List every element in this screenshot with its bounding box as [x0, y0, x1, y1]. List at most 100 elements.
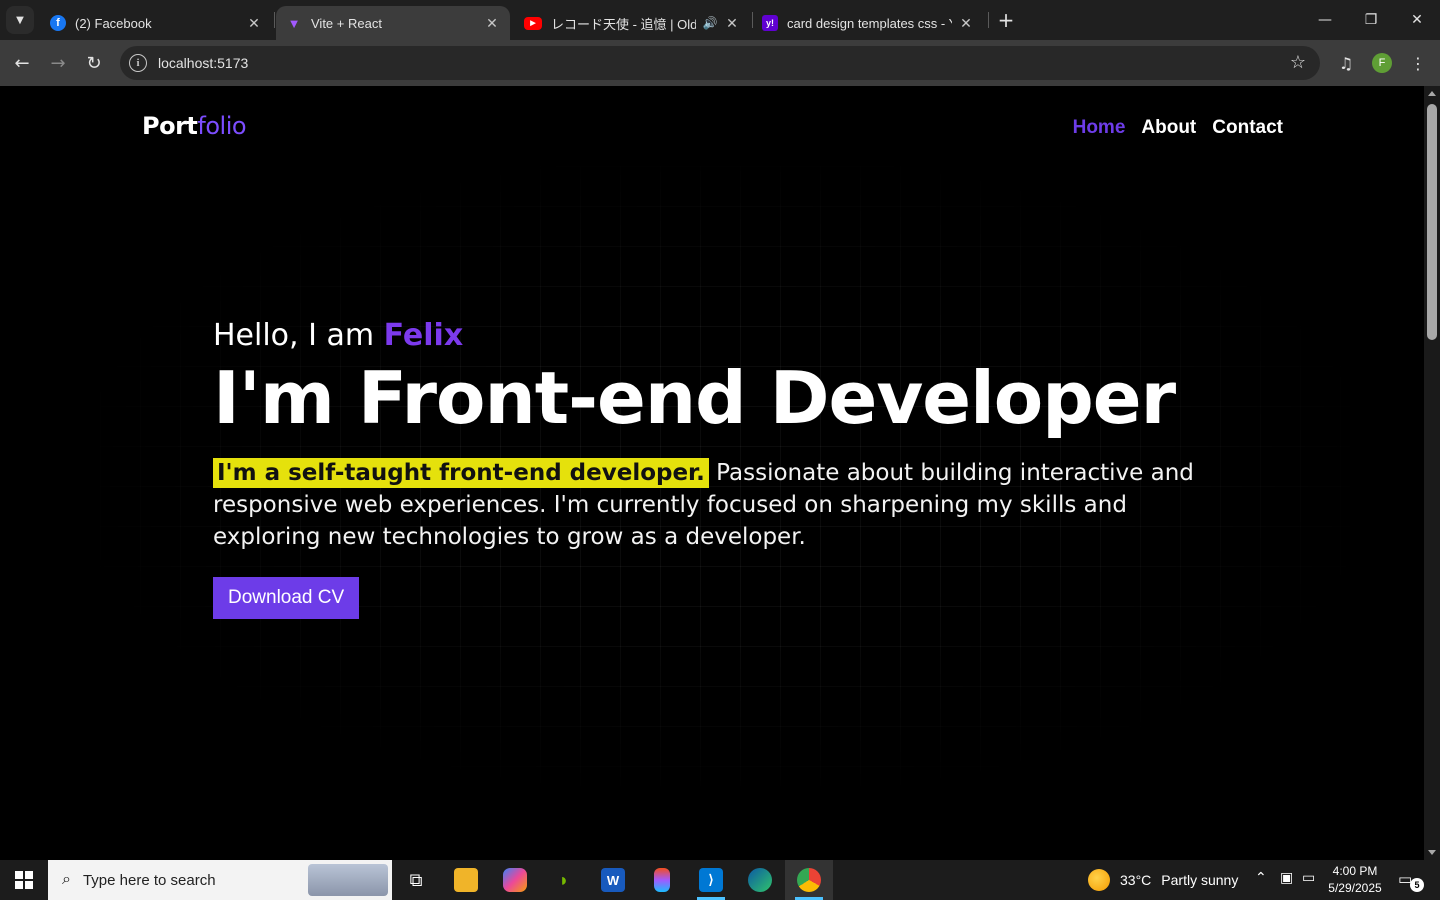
logo-part-2: folio — [197, 112, 247, 140]
close-window-button[interactable]: ✕ — [1394, 0, 1440, 40]
forward-button[interactable]: → — [44, 49, 72, 77]
arrow-left-icon: ← — [14, 52, 30, 74]
scroll-down-icon[interactable] — [1428, 850, 1436, 855]
close-icon[interactable]: ✕ — [958, 15, 974, 31]
close-icon: ✕ — [1411, 12, 1423, 28]
taskbar-search[interactable]: ⌕ Type here to search — [48, 860, 392, 900]
scroll-up-icon[interactable] — [1428, 91, 1436, 96]
reload-button[interactable]: ↻ — [80, 49, 108, 77]
minimize-button[interactable]: — — [1302, 0, 1348, 40]
speaker-icon[interactable]: 🔊 — [702, 15, 718, 31]
bookmark-star-icon[interactable]: ☆ — [1290, 52, 1306, 73]
tab-yahoo[interactable]: y! card design templates css - Yah ✕ — [752, 6, 984, 40]
browser-toolbar: ← → ↻ i localhost:5173 ☆ ♫ F ⋮ — [0, 40, 1440, 86]
edge-icon — [748, 868, 772, 892]
word-icon: W — [601, 868, 625, 892]
partly-sunny-icon — [1088, 869, 1110, 891]
task-view-icon: ⧉ — [409, 869, 423, 891]
site-info-icon[interactable]: i — [129, 54, 147, 72]
hero-section: Hello, I am Felix I'm Front-end Develope… — [213, 318, 1223, 619]
windows-logo-icon — [15, 871, 33, 889]
taskbar-word[interactable]: W — [589, 860, 637, 900]
network-icon[interactable]: ▭ — [1302, 870, 1315, 886]
hero-headline: I'm Front-end Developer — [213, 356, 1176, 440]
notification-count: 5 — [1410, 878, 1424, 892]
facebook-icon: f — [50, 15, 66, 31]
tab-divider — [274, 12, 275, 28]
folder-icon — [454, 868, 478, 892]
weather-widget[interactable]: 33°C Partly sunny — [1088, 860, 1238, 900]
chevron-up-icon[interactable]: ⌃ — [1255, 870, 1267, 886]
tab-title: card design templates css - Yah — [787, 15, 952, 31]
system-clock[interactable]: 4:00 PM 5/29/2025 — [1322, 863, 1388, 897]
windows-taskbar: ⌕ Type here to search ⧉ ◗ W ⟩ 33°C Partl… — [0, 860, 1440, 900]
download-cv-button[interactable]: Download CV — [213, 577, 360, 619]
tab-strip: ▼ f (2) Facebook ✕ ▼ Vite + React ✕ ▶ レコ… — [0, 0, 1440, 40]
media-controls-button[interactable]: ♫ — [1334, 51, 1358, 75]
close-icon[interactable]: ✕ — [246, 15, 262, 31]
arrow-right-icon: → — [50, 52, 66, 74]
search-highlight-image — [308, 864, 388, 896]
copilot-icon — [503, 868, 527, 892]
profile-avatar[interactable]: F — [1372, 53, 1392, 73]
new-tab-button[interactable]: + — [994, 8, 1018, 32]
address-bar[interactable]: i localhost:5173 ☆ — [120, 46, 1320, 80]
vscode-icon: ⟩ — [699, 868, 723, 892]
start-button[interactable] — [0, 860, 48, 900]
figma-icon — [654, 868, 670, 892]
meet-now-icon[interactable]: ▣ — [1280, 870, 1293, 886]
taskbar-edge[interactable] — [736, 860, 784, 900]
logo-part-1: Port — [142, 112, 198, 140]
tab-title: (2) Facebook — [75, 15, 152, 31]
search-placeholder: Type here to search — [82, 871, 216, 889]
tab-search-button[interactable]: ▼ — [6, 6, 34, 34]
taskbar-chrome[interactable] — [785, 860, 833, 900]
vite-icon: ▼ — [287, 15, 301, 31]
weather-condition: Partly sunny — [1161, 872, 1239, 888]
page-scrollbar[interactable] — [1424, 86, 1440, 860]
yahoo-icon: y! — [762, 15, 778, 31]
restore-icon: ❐ — [1364, 12, 1378, 28]
hero-greeting: Hello, I am Felix — [213, 318, 1223, 353]
nav-about[interactable]: About — [1141, 117, 1196, 139]
hero-name: Felix — [383, 318, 464, 353]
bio-highlight: I'm a self-taught front-end developer. — [213, 458, 709, 488]
playlist-icon: ♫ — [1338, 53, 1354, 73]
plus-icon: + — [997, 8, 1015, 32]
back-button[interactable]: ← — [8, 49, 36, 77]
youtube-icon: ▶ — [524, 16, 542, 30]
more-vertical-icon: ⋮ — [1410, 53, 1426, 73]
notifications-button[interactable]: ▭ 5 — [1398, 870, 1424, 892]
scrollbar-thumb[interactable] — [1427, 104, 1437, 340]
tab-youtube[interactable]: ▶ レコード天使 - 追憶 | Old Lo-f 🔊 ✕ — [514, 6, 750, 40]
weather-temp: 33°C — [1120, 872, 1152, 888]
tab-vite-react[interactable]: ▼ Vite + React ✕ — [276, 6, 510, 40]
url-text[interactable]: localhost:5173 — [158, 55, 248, 71]
taskbar-file-explorer[interactable] — [442, 860, 490, 900]
taskbar-vscode[interactable]: ⟩ — [687, 860, 735, 900]
clock-date: 5/29/2025 — [1328, 881, 1382, 895]
taskbar-figma[interactable] — [638, 860, 686, 900]
chrome-icon — [797, 868, 821, 892]
tab-divider — [988, 12, 989, 28]
close-icon[interactable]: ✕ — [724, 15, 740, 31]
task-view-button[interactable]: ⧉ — [392, 860, 440, 900]
hero-bio: I'm a self-taught front-end developer. P… — [213, 457, 1223, 553]
taskbar-copilot[interactable] — [491, 860, 539, 900]
site-logo[interactable]: Portfolio — [142, 112, 247, 140]
tab-facebook[interactable]: f (2) Facebook ✕ — [40, 6, 272, 40]
restore-button[interactable]: ❐ — [1348, 0, 1394, 40]
taskbar-app-green[interactable]: ◗ — [540, 860, 588, 900]
nav-home[interactable]: Home — [1073, 117, 1126, 139]
main-nav: Home About Contact — [1073, 117, 1283, 139]
nvidia-icon: ◗ — [558, 869, 570, 890]
tab-title: レコード天使 - 追憶 | Old Lo-f — [551, 16, 696, 32]
chevron-down-icon: ▼ — [16, 14, 24, 26]
nav-contact[interactable]: Contact — [1212, 117, 1283, 139]
browser-menu-button[interactable]: ⋮ — [1406, 51, 1430, 75]
close-icon[interactable]: ✕ — [484, 15, 500, 31]
search-icon: ⌕ — [62, 871, 71, 888]
reload-icon: ↻ — [86, 52, 102, 74]
greeting-text: Hello, I am — [213, 318, 384, 353]
tab-title: Vite + React — [311, 15, 382, 31]
